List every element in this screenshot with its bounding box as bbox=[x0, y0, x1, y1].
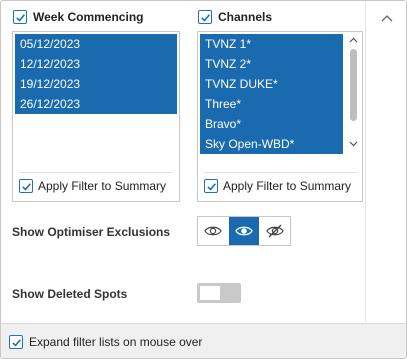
channels-list[interactable]: TVNZ 1* TVNZ 2* TVNZ DUKE* Three* Bravo*… bbox=[200, 34, 343, 154]
check-icon bbox=[11, 338, 21, 347]
list-item[interactable]: Sky Open-WBD* bbox=[200, 134, 343, 154]
toggle-knob bbox=[200, 286, 220, 300]
expand-on-hover-label: Expand filter lists on mouse over bbox=[29, 335, 203, 349]
collapse-button[interactable] bbox=[378, 9, 396, 27]
chevron-up-icon bbox=[381, 15, 393, 22]
week-commencing-panel: 05/12/2023 12/12/2023 19/12/2023 26/12/2… bbox=[12, 31, 180, 202]
list-item[interactable]: TVNZ DUKE* bbox=[200, 74, 343, 94]
eye-off-icon bbox=[265, 224, 284, 238]
divider bbox=[365, 1, 366, 322]
footer-bar: Expand filter lists on mouse over bbox=[1, 323, 406, 358]
list-item[interactable]: TVNZ 2* bbox=[200, 54, 343, 74]
channels-apply-filter[interactable]: Apply Filter to Summary bbox=[204, 172, 358, 193]
list-item[interactable]: 19/12/2023 bbox=[15, 74, 177, 94]
channels-panel: TVNZ 1* TVNZ 2* TVNZ DUKE* Three* Bravo*… bbox=[197, 31, 363, 202]
channels-checkbox[interactable] bbox=[198, 10, 212, 24]
check-icon bbox=[21, 182, 31, 191]
hide-exclusions-button[interactable] bbox=[259, 217, 290, 245]
week-commencing-checkbox[interactable] bbox=[13, 10, 27, 24]
check-icon bbox=[206, 182, 216, 191]
week-commencing-apply-filter[interactable]: Apply Filter to Summary bbox=[19, 172, 173, 193]
deleted-spots-label: Show Deleted Spots bbox=[12, 287, 128, 301]
scroll-down-icon[interactable] bbox=[346, 138, 360, 150]
apply-filter-label: Apply Filter to Summary bbox=[38, 179, 167, 193]
deleted-spots-toggle[interactable] bbox=[197, 283, 241, 303]
apply-filter-checkbox[interactable] bbox=[204, 179, 218, 193]
channels-scrollbar[interactable] bbox=[346, 34, 360, 150]
list-item[interactable]: Bravo* bbox=[200, 114, 343, 134]
list-item[interactable]: 26/12/2023 bbox=[15, 94, 177, 114]
check-icon bbox=[200, 13, 210, 22]
eye-icon bbox=[204, 226, 223, 236]
scroll-up-icon[interactable] bbox=[346, 34, 360, 46]
eye-filled-icon bbox=[235, 226, 253, 236]
week-commencing-header: Week Commencing bbox=[13, 10, 143, 24]
optimiser-exclusions-toggle bbox=[197, 216, 291, 246]
apply-filter-label: Apply Filter to Summary bbox=[223, 179, 352, 193]
list-item[interactable]: 05/12/2023 bbox=[15, 34, 177, 54]
scroll-thumb[interactable] bbox=[350, 49, 357, 121]
list-item[interactable]: Three* bbox=[200, 94, 343, 114]
week-commencing-list[interactable]: 05/12/2023 12/12/2023 19/12/2023 26/12/2… bbox=[15, 34, 177, 114]
channels-header: Channels bbox=[198, 10, 272, 24]
week-commencing-label: Week Commencing bbox=[33, 10, 144, 24]
list-item[interactable]: 12/12/2023 bbox=[15, 54, 177, 74]
expand-on-hover-checkbox[interactable] bbox=[9, 335, 23, 349]
channels-label: Channels bbox=[218, 10, 273, 24]
show-all-button[interactable] bbox=[198, 217, 229, 245]
show-exclusions-button[interactable] bbox=[228, 217, 260, 245]
apply-filter-checkbox[interactable] bbox=[19, 179, 33, 193]
check-icon bbox=[15, 13, 25, 22]
optimiser-exclusions-label: Show Optimiser Exclusions bbox=[12, 225, 171, 239]
list-item[interactable]: TVNZ 1* bbox=[200, 34, 343, 54]
filter-panel: Week Commencing 05/12/2023 12/12/2023 19… bbox=[0, 0, 407, 359]
